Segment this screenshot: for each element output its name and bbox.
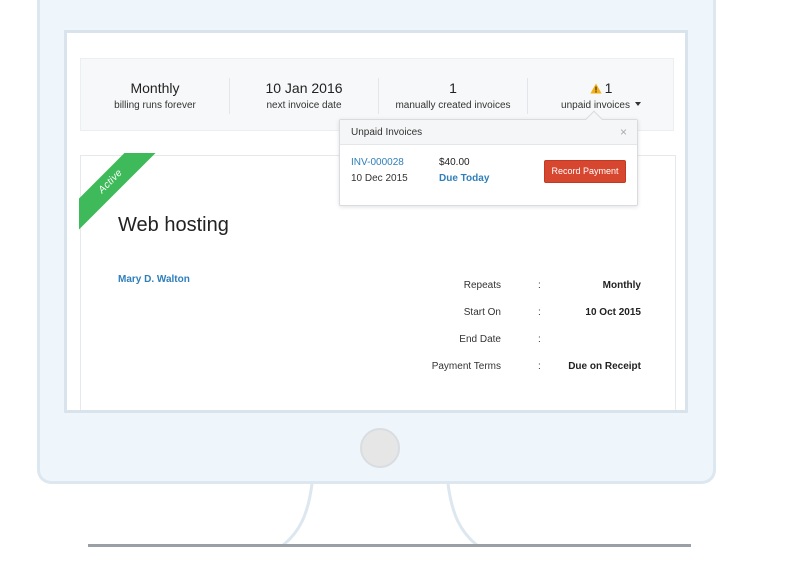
detail-value: Monthly bbox=[602, 280, 641, 291]
warning-icon bbox=[589, 83, 602, 94]
detail-row-repeats: Repeats : Monthly bbox=[411, 280, 641, 296]
stat-billing: Monthly billing runs forever bbox=[81, 79, 229, 113]
detail-colon: : bbox=[538, 361, 541, 372]
stat-manual-invoices-value: 1 bbox=[449, 80, 457, 96]
subscription-title: Web hosting bbox=[118, 214, 229, 236]
detail-label: Repeats bbox=[463, 280, 501, 291]
invoice-amount: $40.00 bbox=[439, 157, 470, 168]
invoice-due-status: Due Today bbox=[439, 173, 490, 184]
detail-colon: : bbox=[538, 280, 541, 291]
monitor-stand bbox=[282, 484, 478, 546]
stat-billing-value: Monthly bbox=[130, 80, 180, 96]
detail-row-start-on: Start On : 10 Oct 2015 bbox=[411, 307, 641, 323]
popover-title: Unpaid Invoices bbox=[351, 127, 423, 138]
detail-label: Start On bbox=[463, 307, 501, 318]
monitor-power-button bbox=[360, 428, 400, 468]
detail-value: 10 Oct 2015 bbox=[585, 307, 641, 318]
detail-row-end-date: End Date : bbox=[411, 334, 641, 350]
stat-manual-invoices: 1 manually created invoices bbox=[379, 79, 527, 113]
unpaid-invoices-dropdown[interactable]: unpaid invoices bbox=[527, 99, 675, 113]
detail-value: Due on Receipt bbox=[568, 361, 641, 372]
stat-manual-invoices-label: manually created invoices bbox=[395, 100, 511, 111]
unpaid-count: 1 bbox=[604, 80, 613, 96]
caret-down-icon bbox=[634, 102, 641, 106]
stat-next-invoice-label: next invoice date bbox=[266, 100, 342, 111]
monitor-base bbox=[88, 544, 691, 547]
stat-unpaid-invoices[interactable]: 1 unpaid invoices bbox=[527, 79, 675, 113]
customer-link[interactable]: Mary D. Walton bbox=[118, 274, 190, 285]
stat-unpaid-invoices-value: 1 bbox=[527, 79, 675, 97]
detail-label: End Date bbox=[459, 334, 501, 345]
detail-label: Payment Terms bbox=[431, 361, 501, 372]
record-payment-button[interactable]: Record Payment bbox=[544, 160, 626, 183]
detail-colon: : bbox=[538, 307, 541, 318]
popover-header: Unpaid Invoices × bbox=[340, 120, 637, 145]
stat-next-invoice-value: 10 Jan 2016 bbox=[265, 80, 343, 96]
detail-colon: : bbox=[538, 334, 541, 345]
invoice-number-link[interactable]: INV-000028 bbox=[351, 157, 404, 168]
unpaid-invoices-popover: Unpaid Invoices × INV-000028 10 Dec 2015… bbox=[339, 110, 638, 206]
stat-next-invoice: 10 Jan 2016 next invoice date bbox=[230, 79, 378, 113]
unpaid-invoices-label: unpaid invoices bbox=[561, 100, 630, 111]
detail-row-payment-terms: Payment Terms : Due on Receipt bbox=[411, 361, 641, 377]
stat-billing-label: billing runs forever bbox=[114, 100, 196, 111]
screen: Monthly billing runs forever 10 Jan 2016… bbox=[64, 30, 688, 413]
close-icon[interactable]: × bbox=[620, 120, 627, 145]
invoice-date: 10 Dec 2015 bbox=[351, 173, 408, 184]
